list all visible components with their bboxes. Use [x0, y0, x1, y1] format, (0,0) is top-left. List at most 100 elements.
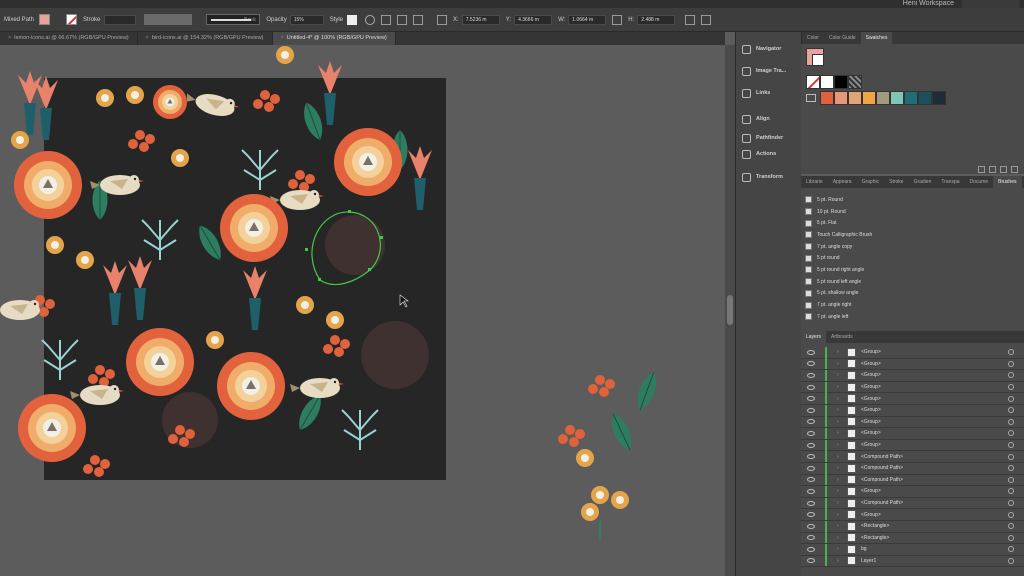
layer-row[interactable]: › <Rectangle> [801, 532, 1024, 545]
dock-links[interactable]: Links [736, 82, 801, 104]
visibility-eye-icon[interactable] [807, 512, 815, 518]
layer-row[interactable]: › <Group> [801, 369, 1024, 382]
layer-row[interactable]: › <Compound Path> [801, 451, 1024, 463]
visibility-eye-icon[interactable] [807, 523, 815, 529]
tab-appearance[interactable]: Appeara [828, 176, 857, 188]
new-swatch-icon[interactable] [1000, 165, 1007, 173]
brush-item[interactable]: 7 pt. angle copy [805, 241, 1020, 253]
align-to-icon[interactable] [381, 14, 392, 25]
h-input[interactable]: 2.488 m [637, 14, 676, 25]
target-circle-icon[interactable] [1008, 384, 1014, 391]
target-circle-icon[interactable] [1008, 546, 1014, 553]
visibility-eye-icon[interactable] [807, 465, 815, 471]
expand-triangle-icon[interactable]: › [837, 558, 843, 564]
dock-pathfinder[interactable]: Pathfinder [736, 130, 801, 146]
tab-swatches[interactable]: Swatches [860, 32, 893, 44]
swatch[interactable] [820, 75, 834, 89]
expand-triangle-icon[interactable]: › [837, 535, 843, 541]
layer-row[interactable]: › <Group> [801, 393, 1024, 405]
visibility-eye-icon[interactable] [807, 477, 815, 483]
visibility-eye-icon[interactable] [807, 407, 815, 413]
expand-triangle-icon[interactable]: › [837, 477, 843, 483]
tab-bird-icons[interactable]: × bird-icons.ai @ 154.32% (RGB/GPU Previe… [138, 32, 273, 45]
target-circle-icon[interactable] [1008, 395, 1014, 402]
stroke-weight-input[interactable] [104, 14, 137, 25]
visibility-eye-icon[interactable] [807, 396, 815, 402]
y-input[interactable]: 4.3666 m [514, 14, 553, 25]
dock-align[interactable]: Align [736, 108, 801, 130]
visibility-eye-icon[interactable] [807, 500, 815, 506]
w-input[interactable]: 1.0664 m [568, 14, 607, 25]
search-field[interactable] [962, 0, 1020, 8]
expand-triangle-icon[interactable]: › [837, 349, 843, 355]
target-circle-icon[interactable] [1008, 511, 1014, 518]
visibility-eye-icon[interactable] [807, 488, 815, 494]
visibility-eye-icon[interactable] [807, 535, 815, 541]
swatch-kinds-icon[interactable] [989, 165, 996, 173]
layer-row[interactable]: › <Group> [801, 509, 1024, 521]
brush-definition-dropdown[interactable]: Basic [206, 14, 261, 25]
tab-layers[interactable]: Layers [801, 331, 827, 343]
expand-triangle-icon[interactable]: › [837, 419, 843, 425]
visibility-eye-icon[interactable] [807, 349, 815, 355]
swatch[interactable] [834, 91, 848, 105]
visibility-eye-icon[interactable] [807, 361, 815, 367]
stroke-swatch[interactable] [66, 14, 78, 25]
swatch-library-icon[interactable] [978, 165, 985, 173]
target-circle-icon[interactable] [1008, 523, 1014, 530]
tab-color[interactable]: Color [802, 32, 824, 44]
tab-libraries[interactable]: Librarie [801, 176, 828, 188]
tab-brushes[interactable]: Brushes [993, 176, 1022, 188]
tab-color-guide[interactable]: Color Guide [824, 32, 861, 44]
swatch[interactable] [862, 91, 876, 105]
expand-triangle-icon[interactable]: › [837, 430, 843, 436]
recolor-artwork-icon[interactable] [365, 14, 376, 25]
close-icon[interactable]: × [8, 35, 11, 41]
dock-image-trace[interactable]: Image Tra... [736, 60, 801, 82]
brush-item[interactable]: 5 pt. Flat [805, 217, 1020, 229]
swatch[interactable] [890, 91, 904, 105]
swatch[interactable] [932, 91, 946, 105]
brush-item[interactable]: 5 pt round left angle [805, 276, 1020, 288]
tab-artboards[interactable]: Artboards [826, 331, 858, 343]
target-circle-icon[interactable] [1008, 557, 1014, 564]
align-center-icon[interactable] [413, 14, 424, 25]
layer-row[interactable]: › <Compound Path> [801, 462, 1024, 475]
opacity-input[interactable]: 15% [289, 14, 324, 25]
graphic-style-swatch[interactable] [347, 14, 358, 25]
layer-row[interactable]: › Layer1 [801, 555, 1024, 568]
target-circle-icon[interactable] [1008, 360, 1014, 367]
layer-row[interactable]: › <Group> [801, 427, 1024, 440]
constrain-proportions-icon[interactable] [612, 14, 623, 25]
isolate-icon[interactable] [701, 14, 712, 25]
expand-triangle-icon[interactable]: › [837, 512, 843, 518]
expand-triangle-icon[interactable]: › [837, 442, 843, 448]
layer-row[interactable]: › <Compound Path> [801, 497, 1024, 510]
layer-row[interactable]: › <Group> [801, 381, 1024, 394]
target-circle-icon[interactable] [1008, 372, 1014, 379]
visibility-eye-icon[interactable] [807, 442, 815, 448]
dock-transform[interactable]: Transform [736, 166, 801, 188]
tab-gradient[interactable]: Gradien [909, 176, 937, 188]
expand-triangle-icon[interactable]: › [837, 361, 843, 367]
visibility-eye-icon[interactable] [807, 419, 815, 425]
expand-triangle-icon[interactable]: › [837, 407, 843, 413]
align-left-icon[interactable] [397, 14, 408, 25]
trash-icon[interactable] [1011, 165, 1018, 173]
expand-triangle-icon[interactable]: › [837, 500, 843, 506]
reference-point-icon[interactable] [437, 14, 448, 25]
swatch[interactable] [918, 91, 932, 105]
target-circle-icon[interactable] [1008, 442, 1014, 449]
target-circle-icon[interactable] [1008, 476, 1014, 483]
dock-actions[interactable]: Actions [736, 146, 801, 162]
brush-item[interactable]: 7 pt. angle right [805, 299, 1020, 311]
canvas-scrollbar[interactable] [725, 45, 735, 576]
transform-icon[interactable] [685, 14, 696, 25]
tab-transparency[interactable]: Transpa [936, 176, 964, 188]
swatch-none[interactable] [806, 75, 820, 89]
target-circle-icon[interactable] [1008, 534, 1014, 541]
layer-row[interactable]: › <Group> [801, 358, 1024, 371]
expand-triangle-icon[interactable]: › [837, 546, 843, 552]
visibility-eye-icon[interactable] [807, 546, 815, 552]
scroll-thumb[interactable] [727, 295, 733, 325]
